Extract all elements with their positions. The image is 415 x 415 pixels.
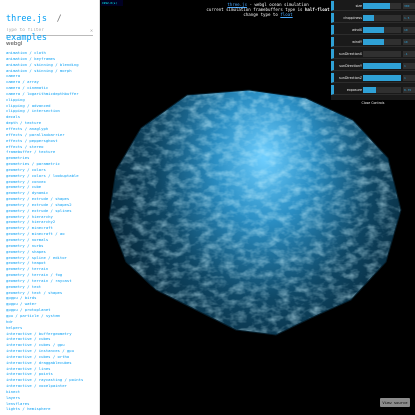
stats-panel[interactable]: 1992.0(s): [101, 0, 123, 6]
gui-slider-row: windX 10: [331, 25, 415, 35]
gui-slider-row: sunDirectionY 1: [331, 61, 415, 71]
gui-slider-label: windX: [351, 28, 362, 32]
gui-number-input[interactable]: 1: [403, 75, 415, 81]
gui-slider-fill: [363, 39, 384, 45]
close-controls-button[interactable]: Close Controls: [331, 100, 415, 106]
view-source-button[interactable]: View source: [380, 398, 410, 407]
change-type-link[interactable]: float: [280, 12, 292, 17]
gui-controls-panel: size 300 choppiness 1.5 windX 10 windY 10 sunDir…: [331, 0, 415, 106]
gui-slider[interactable]: [363, 75, 401, 81]
gui-slider[interactable]: [363, 15, 401, 21]
gui-slider[interactable]: [363, 87, 401, 93]
gui-slider[interactable]: [363, 39, 401, 45]
gui-slider[interactable]: [363, 27, 401, 33]
filter-input[interactable]: [6, 28, 90, 33]
threejs-logo-link[interactable]: three.js: [6, 14, 47, 24]
gui-slider-label: size: [355, 4, 362, 8]
gui-number-input[interactable]: 0.35: [403, 87, 415, 93]
gui-slider-row: sunDirectionX -1: [331, 49, 415, 59]
gui-slider-label: exposure: [346, 88, 362, 92]
gui-slider-row: exposure 0.35: [331, 85, 415, 95]
gui-number-input[interactable]: 10: [403, 39, 415, 45]
header-separator: /: [56, 14, 62, 24]
info-type-value: half-float: [304, 7, 330, 12]
viewport[interactable]: 1992.0(s) three.js - webgl ocean simulat…: [101, 0, 415, 415]
gui-slider[interactable]: [363, 63, 401, 69]
gui-slider-fill: [363, 3, 391, 9]
sidebar-header: three.js / examples: [0, 0, 99, 43]
gui-number-input[interactable]: 1.5: [403, 15, 415, 21]
gui-slider-fill: [363, 87, 377, 93]
info-text: three.js - webgl ocean simulation curren…: [183, 2, 353, 17]
gui-slider-fill: [363, 75, 401, 81]
clear-filter-icon[interactable]: ✕: [90, 28, 93, 34]
gui-slider-label: sunDirectionY: [339, 64, 362, 68]
gui-slider-fill: [363, 63, 401, 69]
gui-slider-label: windY: [352, 40, 362, 44]
gui-slider-row: windY 10: [331, 37, 415, 47]
gui-number-input[interactable]: 1: [403, 63, 415, 69]
info-change-prefix: change type to: [243, 12, 281, 17]
gui-slider-row: sunDirectionZ 1: [331, 73, 415, 83]
gui-number-input[interactable]: 300: [403, 3, 415, 9]
gui-slider-fill: [363, 15, 375, 21]
gui-slider-row: size 300: [331, 1, 415, 11]
gui-number-input[interactable]: -1: [403, 51, 415, 57]
gui-slider[interactable]: [363, 51, 401, 57]
gui-slider-label: choppiness: [343, 16, 362, 20]
example-link[interactable]: lights / hemisphere: [6, 406, 93, 412]
gui-slider-fill: [363, 27, 384, 33]
gui-slider-row: choppiness 1.5: [331, 13, 415, 23]
gui-number-input[interactable]: 10: [403, 27, 415, 33]
sidebar: three.js / examples ✕ webgl animation / …: [0, 0, 100, 415]
example-list: animation / cloth animation / keyframes an…: [0, 50, 99, 412]
gui-slider[interactable]: [363, 3, 401, 9]
gui-slider-label: sunDirectionZ: [338, 76, 362, 80]
gui-slider-label: sunDirectionX: [338, 52, 362, 56]
